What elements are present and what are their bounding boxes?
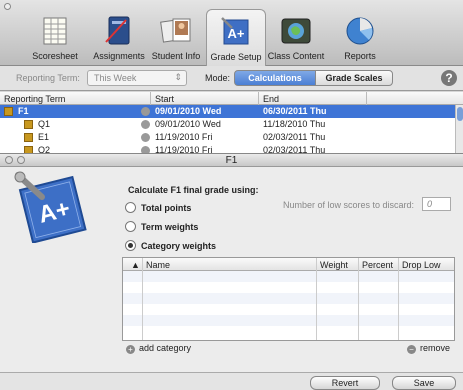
category-weights-label[interactable]: Category weights bbox=[141, 241, 216, 251]
header-name[interactable]: Name bbox=[146, 260, 170, 270]
remove-label: remove bbox=[420, 343, 451, 353]
term-weights-radio[interactable] bbox=[125, 221, 136, 232]
term-name: F1 bbox=[18, 106, 29, 116]
main-toolbar: Scoresheet Assignments Student Info A+ G… bbox=[0, 0, 463, 67]
total-points-radio[interactable] bbox=[125, 202, 136, 213]
clock-icon bbox=[141, 146, 150, 153]
term-end: 02/03/2011 Thu bbox=[263, 132, 326, 142]
remove-button[interactable]: − remove bbox=[407, 343, 450, 354]
help-button[interactable]: ? bbox=[441, 70, 457, 86]
tab-class-content-label: Class Content bbox=[267, 51, 325, 61]
mode-label: Mode: bbox=[205, 73, 231, 83]
term-end: 06/30/2011 Thu bbox=[263, 106, 327, 116]
plus-icon: + bbox=[126, 345, 135, 354]
revert-button[interactable]: Revert bbox=[310, 376, 380, 390]
tab-scoresheet[interactable]: Scoresheet bbox=[22, 0, 88, 66]
folder-icon bbox=[24, 120, 33, 129]
term-start: 11/19/2010 Fri bbox=[155, 132, 213, 142]
folder-icon bbox=[24, 133, 33, 142]
clock-icon bbox=[141, 133, 150, 142]
header-start[interactable]: Start bbox=[155, 94, 174, 104]
bottom-bar: Revert Save bbox=[0, 372, 463, 390]
weights-table-header: ▲ Name Weight Percent Drop Low bbox=[123, 258, 454, 271]
term-name: E1 bbox=[38, 132, 50, 142]
sort-up-icon[interactable]: ▲ bbox=[131, 260, 140, 270]
term-start: 09/01/2010 Wed bbox=[155, 119, 221, 129]
class-content-icon bbox=[281, 18, 311, 44]
add-category-label: add category bbox=[139, 343, 192, 353]
chevron-updown-icon: ⇕ bbox=[174, 72, 182, 82]
terms-table: F1 09/01/2010 Wed 06/30/2011 Thu Q1 09/0… bbox=[0, 105, 455, 153]
discard-input[interactable]: 0 bbox=[422, 197, 451, 211]
term-weights-label[interactable]: Term weights bbox=[141, 222, 198, 232]
tab-student-info-label: Student Info bbox=[151, 51, 201, 61]
tab-reports-label: Reports bbox=[344, 51, 376, 61]
grade-setup-large-icon: A+ bbox=[14, 171, 87, 243]
header-end[interactable]: End bbox=[263, 94, 279, 104]
save-button[interactable]: Save bbox=[392, 376, 456, 390]
calc-title: Calculate F1 final grade using: bbox=[128, 185, 259, 195]
terms-scrollbar[interactable] bbox=[455, 105, 463, 153]
table-row[interactable]: E1 11/19/2010 Fri 02/03/2011 Thu bbox=[0, 131, 455, 144]
scrollbar-thumb[interactable] bbox=[457, 107, 463, 121]
grade-calculation-panel: A+ Calculate F1 final grade using: Total… bbox=[0, 167, 463, 372]
folder-icon bbox=[4, 107, 13, 116]
tab-student-info[interactable]: Student Info bbox=[147, 0, 205, 66]
tab-assignments-label: Assignments bbox=[93, 51, 145, 61]
window-control-button[interactable] bbox=[4, 3, 11, 10]
add-category-button[interactable]: + add category bbox=[126, 343, 191, 354]
student-info-icon bbox=[160, 18, 191, 43]
term-name: Q2 bbox=[38, 145, 51, 153]
tab-grade-setup-label: Grade Setup bbox=[210, 52, 262, 62]
clock-icon bbox=[141, 107, 150, 116]
grade-setup-icon: A+ bbox=[221, 17, 249, 45]
tab-scoresheet-label: Scoresheet bbox=[32, 51, 78, 61]
term-end: 11/18/2010 Thu bbox=[263, 119, 326, 129]
terms-table-header: Reporting Term Start End bbox=[0, 92, 463, 105]
category-weights-radio[interactable] bbox=[125, 240, 136, 251]
reporting-term-label: Reporting Term: bbox=[16, 73, 80, 83]
term-name: Q1 bbox=[38, 119, 51, 129]
header-reporting-term[interactable]: Reporting Term bbox=[4, 94, 65, 104]
tab-assignments[interactable]: Assignments bbox=[82, 0, 156, 66]
table-row[interactable]: F1 09/01/2010 Wed 06/30/2011 Thu bbox=[0, 105, 455, 118]
scoresheet-icon bbox=[43, 17, 67, 45]
close-icon[interactable] bbox=[5, 156, 13, 164]
clock-icon bbox=[141, 120, 150, 129]
tab-grade-setup[interactable]: A+ Grade Setup bbox=[206, 9, 266, 67]
assignments-icon bbox=[105, 16, 130, 45]
minus-icon: − bbox=[407, 345, 416, 354]
term-start: 09/01/2010 Wed bbox=[155, 106, 222, 116]
reporting-term-value: This Week bbox=[94, 73, 137, 83]
svg-text:A+: A+ bbox=[228, 26, 245, 41]
weights-table: ▲ Name Weight Percent Drop Low bbox=[122, 257, 455, 341]
mode-grade-scales-button[interactable]: Grade Scales bbox=[315, 70, 393, 86]
term-start: 11/19/2010 Fri bbox=[155, 145, 213, 153]
panel-title-bar: F1 bbox=[0, 153, 463, 167]
folder-icon bbox=[24, 146, 33, 153]
minimize-icon[interactable] bbox=[17, 156, 25, 164]
header-percent[interactable]: Percent bbox=[362, 260, 393, 270]
header-weight[interactable]: Weight bbox=[320, 260, 348, 270]
reporting-term-select[interactable]: This Week ⇕ bbox=[87, 70, 187, 86]
discard-label: Number of low scores to discard: bbox=[283, 200, 415, 210]
term-end: 02/03/2011 Thu bbox=[263, 145, 326, 153]
filter-bar: Reporting Term: This Week ⇕ Mode: Calcul… bbox=[0, 66, 463, 91]
reports-icon bbox=[346, 17, 374, 45]
tab-class-content[interactable]: Class Content bbox=[262, 0, 330, 66]
table-row[interactable]: Q2 11/19/2010 Fri 02/03/2011 Thu bbox=[0, 144, 455, 153]
tab-reports[interactable]: Reports bbox=[322, 0, 398, 66]
total-points-label[interactable]: Total points bbox=[141, 203, 191, 213]
header-drop-low[interactable]: Drop Low bbox=[402, 260, 441, 270]
mode-calculations-button[interactable]: Calculations bbox=[234, 70, 316, 86]
panel-title: F1 bbox=[225, 155, 238, 166]
table-row[interactable]: Q1 09/01/2010 Wed 11/18/2010 Thu bbox=[0, 118, 455, 131]
